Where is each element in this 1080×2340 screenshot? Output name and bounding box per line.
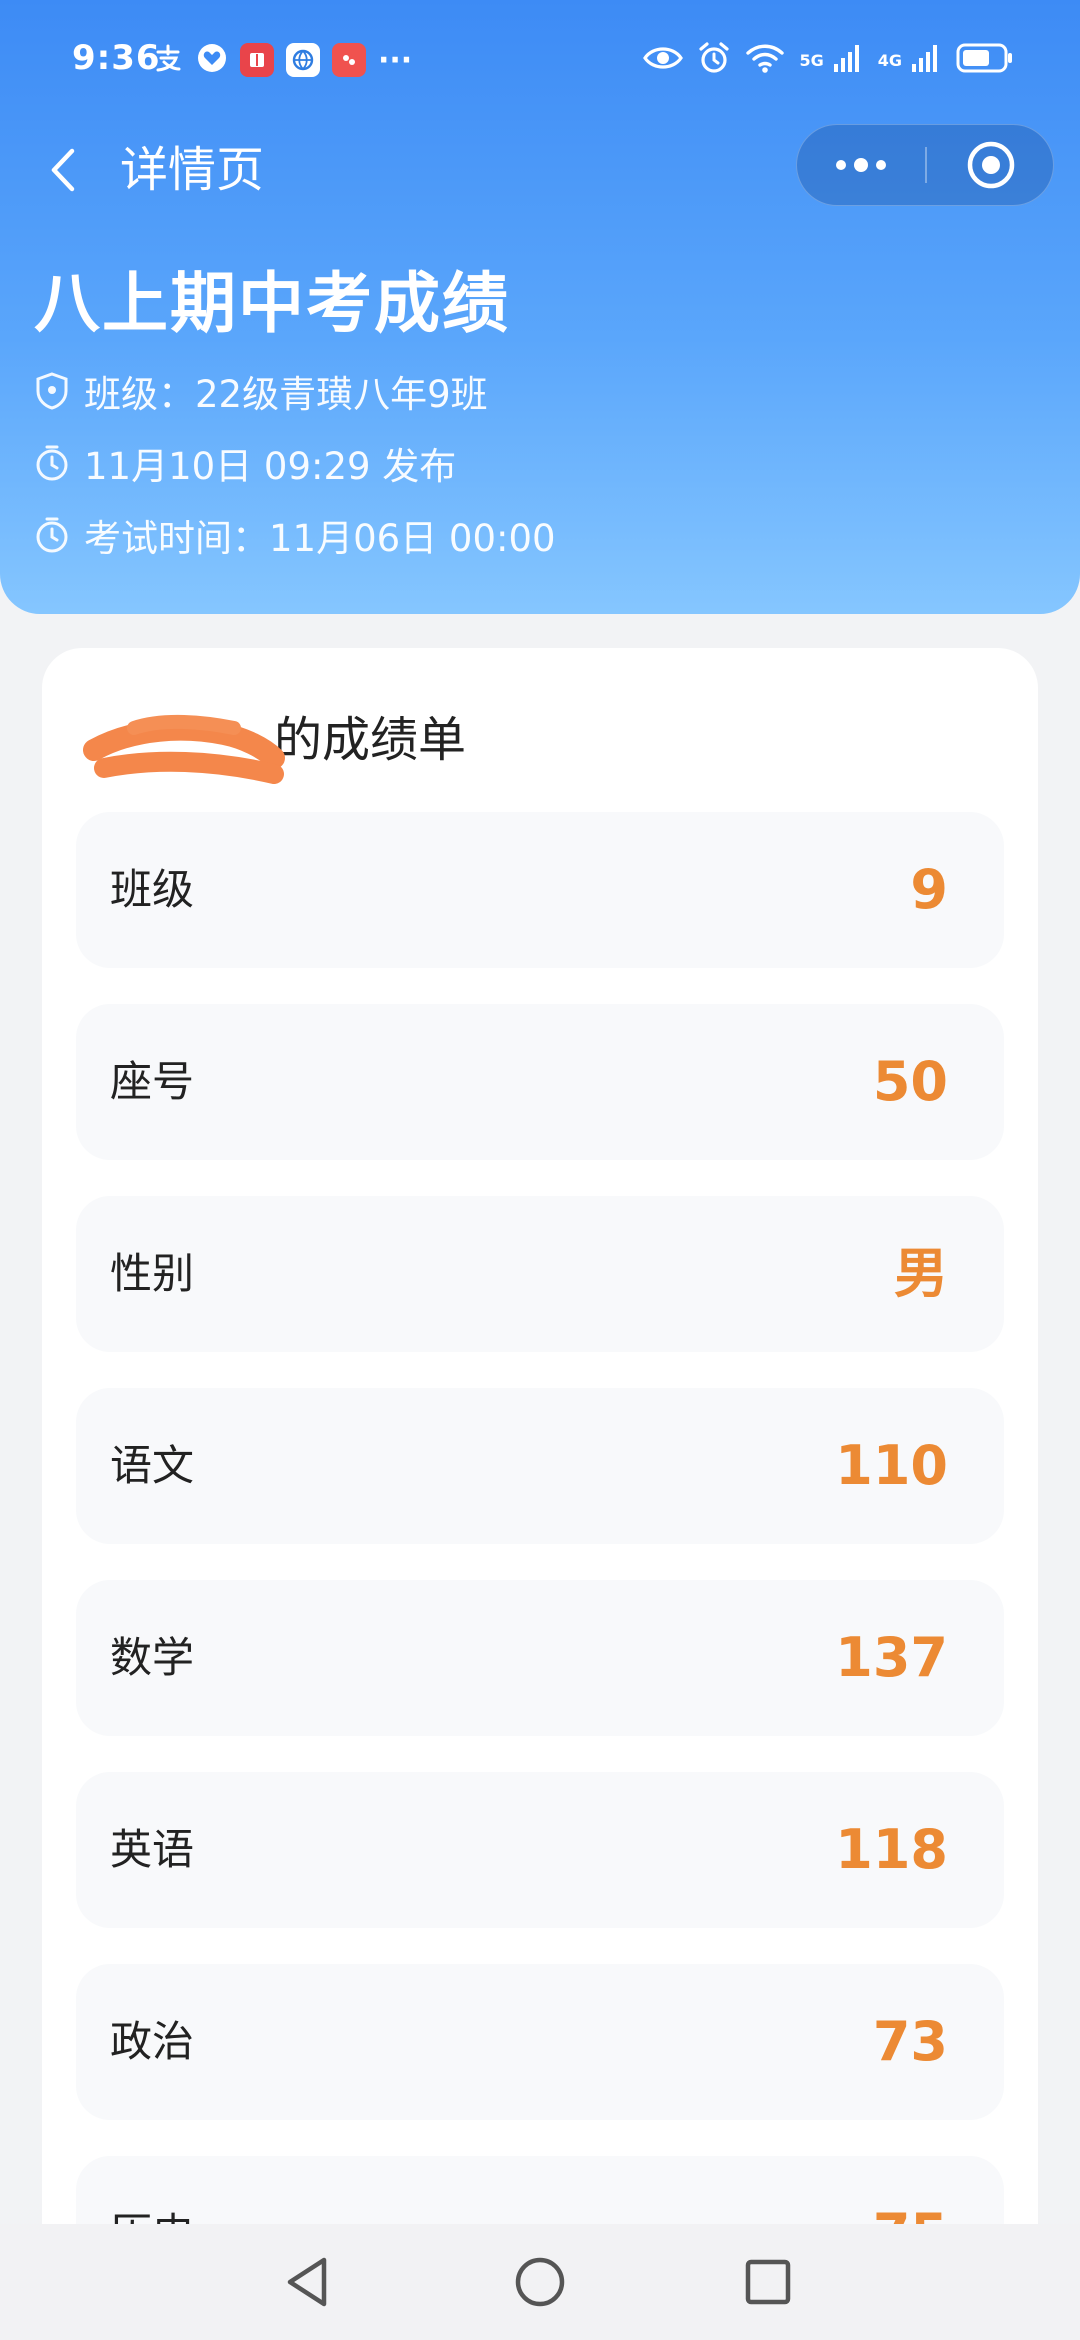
exam-time-text: 考试时间：11月06日 00:00 <box>84 517 556 560</box>
system-navigation-bar <box>0 2224 1080 2340</box>
chevron-left-icon <box>51 148 75 192</box>
score-row-class: 班级 9 <box>76 812 1004 968</box>
alipay-icon <box>152 42 184 78</box>
more-notifications-text: ··· <box>378 42 413 78</box>
class-info-text: 班级：22级青璜八年9班 <box>84 373 488 416</box>
score-row-chinese: 语文 110 <box>76 1388 1004 1544</box>
row-value: 110 <box>835 1434 948 1497</box>
row-value: 118 <box>835 1818 948 1881</box>
back-button[interactable] <box>36 142 92 198</box>
net-5g-label: 5G <box>799 50 824 70</box>
row-value: 9 <box>910 858 948 921</box>
row-label: 数学 <box>110 1633 195 1682</box>
page-title: 详情页 <box>120 142 265 198</box>
redaction-scribble <box>83 714 285 784</box>
stopwatch-icon <box>36 517 68 553</box>
system-recents-button[interactable] <box>728 2242 808 2322</box>
score-row-politics: 政治 73 <box>76 1964 1004 2120</box>
row-value: 男 <box>894 1242 948 1305</box>
target-circle-icon <box>967 141 1015 189</box>
status-time: 9:36 <box>72 38 161 78</box>
publish-time-text: 11月10日 09:29 发布 <box>84 445 457 488</box>
publish-time-row: 11月10日 09:29 发布 <box>34 438 456 488</box>
square-recents-icon <box>745 2259 791 2305</box>
score-card: 的成绩单 班级 9 座号 50 性别 男 语文 110 数学 137 英语 11… <box>42 648 1038 2340</box>
alarm-icon <box>697 41 731 79</box>
system-status-icons: 5G 4G <box>643 40 1014 80</box>
notification-icons: ··· <box>152 40 412 80</box>
row-label: 政治 <box>110 2017 195 2066</box>
score-row-gender: 性别 男 <box>76 1196 1004 1352</box>
more-button[interactable] <box>797 125 925 205</box>
status-bar: 9:36 ··· 5G 4G <box>0 0 1080 120</box>
score-row-math: 数学 137 <box>76 1580 1004 1736</box>
signal-4g-icon <box>910 42 942 78</box>
score-row-seat: 座号 50 <box>76 1004 1004 1160</box>
close-mini-program-button[interactable] <box>927 125 1055 205</box>
score-row-english: 英语 118 <box>76 1772 1004 1928</box>
system-back-button[interactable] <box>268 2242 348 2322</box>
globe-app-icon <box>286 43 320 77</box>
exam-time-row: 考试时间：11月06日 00:00 <box>34 510 556 560</box>
net-4g-label: 4G <box>877 50 902 70</box>
score-detail-page: 9:36 ··· 5G 4G 详情页 八上期中考成绩 班级：22级青璜八年9班 … <box>0 0 1080 2340</box>
signal-5g-icon <box>832 42 864 78</box>
battery-icon <box>956 42 1014 78</box>
nav-bar: 详情页 <box>0 120 1080 220</box>
shopping-app-icon <box>332 43 366 77</box>
class-info-row: 班级：22级青璜八年9班 <box>34 366 488 416</box>
row-value: 137 <box>835 1626 948 1689</box>
row-label: 语文 <box>110 1441 195 1490</box>
row-label: 座号 <box>110 1057 195 1106</box>
row-value: 73 <box>872 2010 948 2073</box>
stopwatch-icon <box>36 445 68 481</box>
eye-icon <box>643 44 684 76</box>
row-label: 英语 <box>110 1825 195 1874</box>
row-label: 班级 <box>110 865 195 914</box>
circle-home-icon <box>515 2257 565 2307</box>
shield-icon <box>36 372 68 410</box>
mini-program-capsule <box>796 124 1054 206</box>
book-app-icon <box>240 43 274 77</box>
system-home-button[interactable] <box>500 2242 580 2322</box>
exam-title: 八上期中考成绩 <box>34 265 510 342</box>
triangle-back-icon <box>287 2257 327 2307</box>
header: 9:36 ··· 5G 4G 详情页 八上期中考成绩 班级：22级青璜八年9班 … <box>0 0 1080 614</box>
wifi-icon <box>745 42 785 78</box>
row-label: 性别 <box>110 1249 195 1298</box>
heart-icon <box>196 42 228 78</box>
row-value: 50 <box>872 1050 948 1113</box>
more-dots-icon <box>836 158 886 172</box>
